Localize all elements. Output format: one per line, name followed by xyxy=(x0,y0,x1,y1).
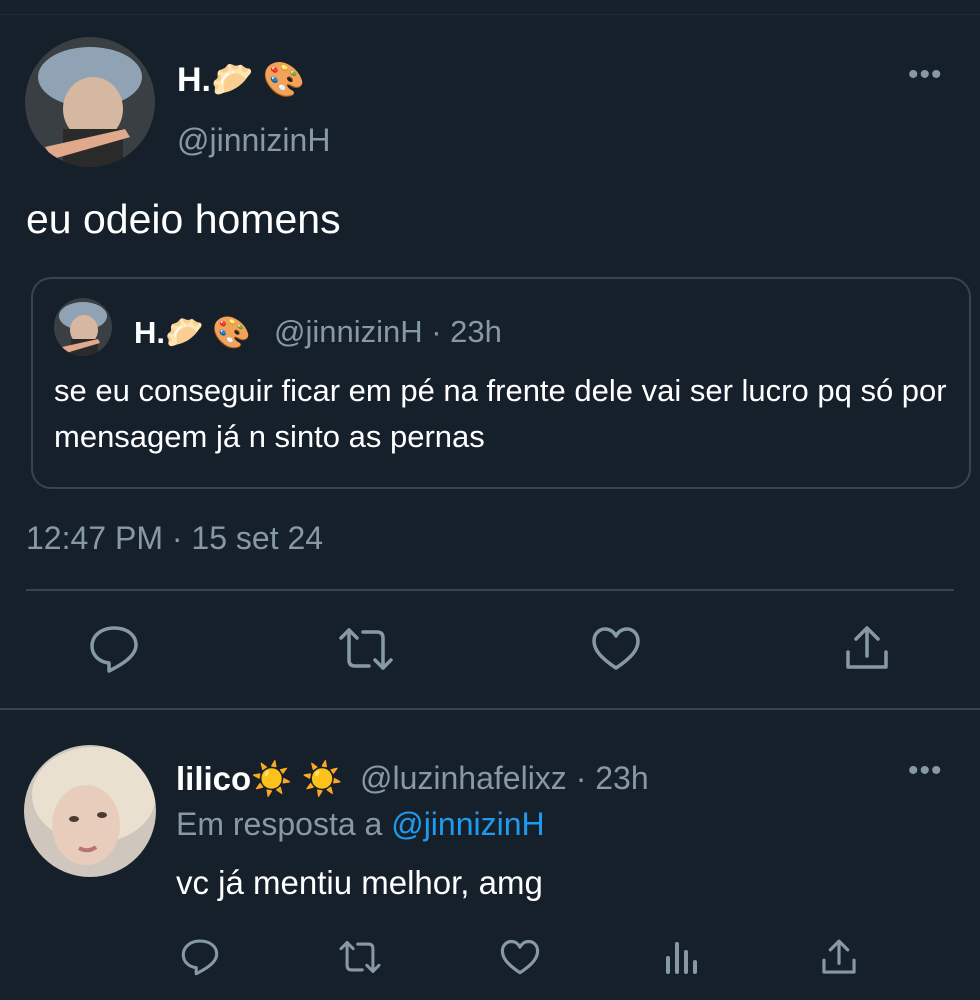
quoted-author-meta: @jinnizinH · 23h xyxy=(274,314,502,349)
quoted-author-name: H.🥟 🎨 xyxy=(134,315,251,350)
reply-icon[interactable] xyxy=(180,938,220,981)
mention-link[interactable]: @jinnizinH xyxy=(391,806,544,842)
author-avatar[interactable] xyxy=(25,37,155,167)
replying-to-line: Em resposta a @jinnizinH xyxy=(176,806,545,843)
retweet-icon[interactable] xyxy=(336,624,396,679)
like-icon[interactable] xyxy=(591,626,641,677)
author-name[interactable]: H.🥟 🎨 xyxy=(177,60,305,100)
quoted-tweet-text: se eu conseguir ficar em pé na frente de… xyxy=(54,373,947,454)
reply-author-meta[interactable]: @luzinhafelixz · 23h xyxy=(360,760,649,797)
top-divider xyxy=(0,14,980,15)
author-handle[interactable]: @jinnizinH xyxy=(177,122,330,159)
more-options-icon[interactable]: ••• xyxy=(908,754,943,788)
tweet-text: eu odeio homens xyxy=(26,196,341,242)
analytics-icon[interactable] xyxy=(664,938,698,981)
share-icon[interactable] xyxy=(820,938,858,981)
divider xyxy=(26,589,954,591)
like-icon[interactable] xyxy=(500,939,540,981)
tweet-timestamp[interactable]: 12:47 PM · 15 set 24 xyxy=(26,520,323,557)
reply-icon[interactable] xyxy=(88,624,140,679)
share-icon[interactable] xyxy=(843,624,891,677)
retweet-icon[interactable] xyxy=(337,938,383,981)
quoted-author-avatar xyxy=(54,298,112,356)
more-options-icon[interactable]: ••• xyxy=(908,58,943,92)
reply-text: vc já mentiu melhor, amg xyxy=(176,864,543,901)
divider xyxy=(0,708,980,710)
reply-author-avatar[interactable] xyxy=(24,745,156,877)
reply-author-name[interactable]: lilico☀️ ☀️ xyxy=(176,760,343,799)
replying-prefix: Em resposta a xyxy=(176,806,392,842)
